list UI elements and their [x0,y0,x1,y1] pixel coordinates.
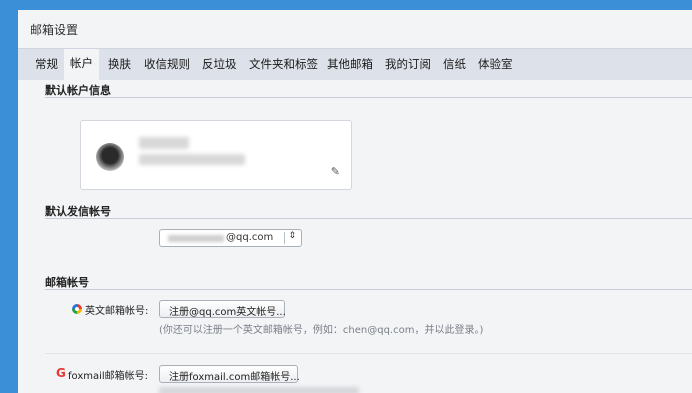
section-divider [45,218,692,219]
row-divider [45,353,692,354]
default-account-title: 默认帐户信息 [45,84,111,97]
tab-stationery[interactable]: 信纸 [443,56,466,72]
updown-arrow-icon: ⇕ [288,231,296,241]
tab-subscriptions[interactable]: 我的订阅 [385,56,431,72]
foxmail-account-label: foxmail邮箱帐号: [68,371,149,382]
window-title: 邮箱设置 [30,23,79,37]
english-account-label: 英文邮箱帐号: [85,306,149,317]
sender-username-redacted [168,235,224,242]
mailbox-accounts-title: 邮箱帐号 [45,276,89,289]
tab-folders-labels[interactable]: 文件夹和标签 [249,56,318,72]
tab-bar: 常规 帐户 换肤 收信规则 反垃圾 文件夹和标签 其他邮箱 我的订阅 信纸 体验… [18,48,692,81]
section-divider [45,97,692,98]
tab-anti-spam[interactable]: 反垃圾 [202,56,237,72]
sender-domain: @qq.com [226,232,274,243]
foxmail-hint-obscured [159,387,359,393]
nickname-redacted [139,137,189,149]
settings-window: 邮箱设置 常规 帐户 换肤 收信规则 反垃圾 文件夹和标签 其他邮箱 我的订阅 … [18,10,692,393]
register-english-account-button[interactable]: 注册@qq.com英文帐号... [159,300,286,318]
tab-other-mailboxes[interactable]: 其他邮箱 [327,56,373,72]
foxmail-icon: G [56,366,66,380]
default-sender-title: 默认发信帐号 [45,205,111,218]
email-redacted [139,154,245,165]
tab-general[interactable]: 常规 [35,56,58,72]
tab-lab[interactable]: 体验室 [478,56,513,72]
register-foxmail-account-button[interactable]: 注册foxmail.com邮箱帐号... [159,365,300,383]
avatar [96,143,124,171]
tab-skin[interactable]: 换肤 [108,56,131,72]
english-account-hint: (你还可以注册一个英文邮箱帐号，例如：chen@qq.com，并以此登录。) [159,325,484,336]
qq-icon [72,304,82,314]
pencil-icon[interactable]: ✎ [331,165,340,178]
tab-receive-rules[interactable]: 收信规则 [144,56,190,72]
account-card[interactable]: ✎ [80,120,352,190]
tab-account[interactable]: 帐户 [64,49,99,81]
section-divider [45,289,692,290]
select-divider [284,232,285,244]
default-sender-select[interactable]: @qq.com ⇕ [159,229,302,247]
